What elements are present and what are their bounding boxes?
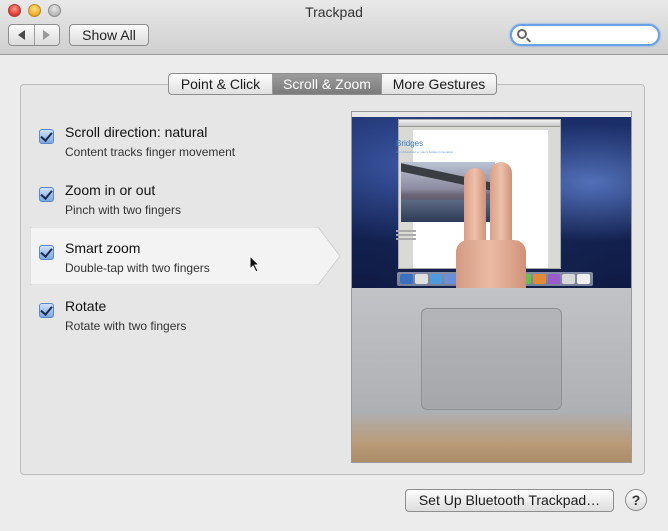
dock-app-icon [414, 274, 428, 284]
search-field[interactable] [510, 24, 660, 46]
option-rotate[interactable]: Rotate Rotate with two fingers [30, 288, 340, 344]
preview-document-text [396, 230, 416, 242]
forward-button[interactable] [33, 25, 60, 45]
tab-point-click[interactable]: Point & Click [169, 74, 272, 94]
mouse-pointer-icon [249, 255, 261, 273]
preview-laptop [352, 288, 631, 462]
option-zoom-in-out[interactable]: Zoom in or out Pinch with two fingers [30, 172, 340, 228]
window-title: Trackpad [305, 4, 363, 20]
rotate-checkbox[interactable] [39, 303, 54, 318]
dock-app-icon [532, 274, 546, 284]
forward-arrow-icon [43, 30, 51, 40]
dock-app-icon [577, 274, 590, 284]
preview-menubar [352, 112, 631, 117]
tab-more-gestures[interactable]: More Gestures [381, 74, 496, 94]
set-up-bluetooth-trackpad-button[interactable]: Set Up Bluetooth Trackpad… [405, 489, 614, 512]
option-smart-zoom[interactable]: Smart zoom Double-tap with two fingers [30, 230, 340, 286]
back-button[interactable] [9, 25, 34, 45]
option-subtitle: Double-tap with two fingers [65, 261, 210, 275]
search-icon [517, 29, 527, 39]
option-scroll-direction[interactable]: Scroll direction: natural Content tracks… [30, 114, 340, 170]
option-title: Smart zoom [65, 240, 141, 256]
option-subtitle: Pinch with two fingers [65, 203, 182, 217]
option-title: Rotate [65, 298, 107, 314]
gesture-preview-image: Bridges An introduction to man's boldest… [351, 111, 632, 463]
option-title: Zoom in or out [65, 182, 156, 198]
help-button[interactable]: ? [625, 489, 647, 511]
preview-document-title: Bridges [396, 139, 424, 148]
titlebar: Trackpad Show All [0, 0, 668, 55]
dock-app-icon [562, 274, 576, 284]
option-title: Scroll direction: natural [65, 124, 208, 140]
show-all-button[interactable]: Show All [69, 24, 149, 46]
preview-document-subtitle: An introduction to man's boldest innovat… [396, 150, 454, 154]
option-subtitle: Rotate with two fingers [65, 319, 187, 333]
preview-trackpad [421, 308, 562, 410]
scroll-direction-checkbox[interactable] [39, 129, 54, 144]
option-subtitle: Content tracks finger movement [65, 145, 236, 159]
dock-app-icon [400, 274, 413, 284]
back-forward-control [8, 24, 60, 46]
back-arrow-icon [17, 30, 25, 40]
smart-zoom-checkbox[interactable] [39, 245, 54, 260]
dock-app-icon [429, 274, 443, 284]
tab-scroll-zoom[interactable]: Scroll & Zoom [272, 74, 381, 94]
dock-app-icon [547, 274, 561, 284]
tab-bar: Point & Click Scroll & Zoom More Gesture… [168, 73, 497, 95]
zoom-in-out-checkbox[interactable] [39, 187, 54, 202]
preview-hand [456, 240, 526, 288]
